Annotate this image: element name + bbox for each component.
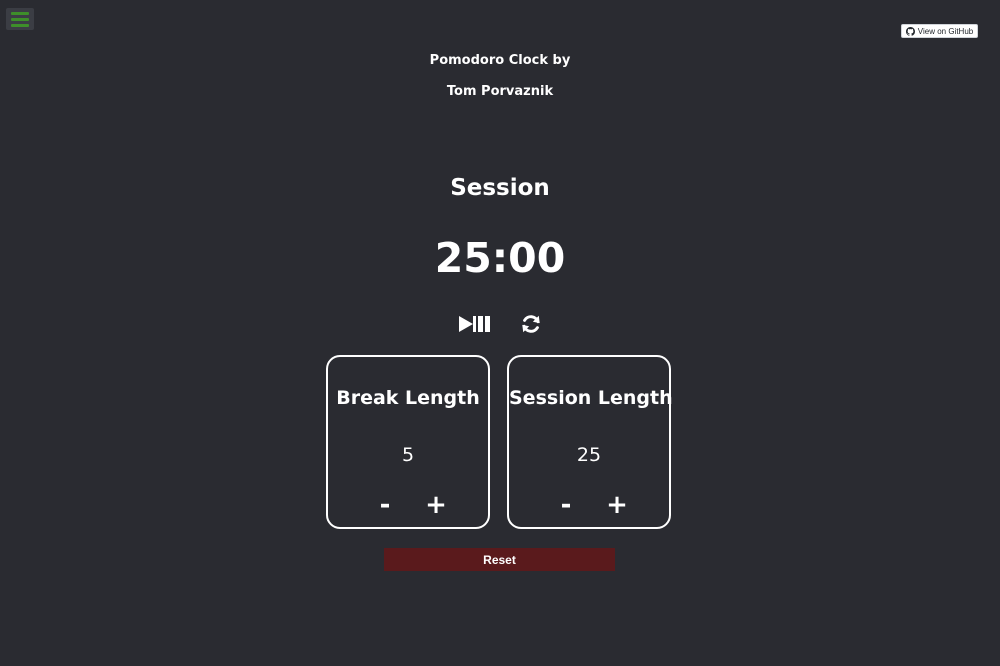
session-decrement-button[interactable]: - — [553, 491, 579, 519]
session-length-value: 25 — [576, 444, 602, 466]
break-length-value: 5 — [401, 444, 415, 466]
reset-button[interactable]: Reset — [384, 548, 615, 571]
timer-label: Session — [450, 175, 550, 201]
github-button-label: View on GitHub — [917, 26, 974, 36]
github-icon — [905, 26, 915, 36]
credit-author: Tom Porvaznik — [446, 84, 554, 99]
hamburger-bar — [11, 17, 29, 21]
timer-display: 25:00 — [434, 234, 566, 282]
refresh-icon — [522, 315, 540, 333]
credit-line-1: Pomodoro Clock by — [429, 53, 571, 68]
refresh-button[interactable] — [519, 312, 543, 336]
play-pause-button[interactable] — [457, 312, 491, 336]
session-length-title: Session Length — [509, 387, 673, 409]
hamburger-menu-icon — [11, 11, 29, 15]
view-on-github-button[interactable]: View on GitHub — [901, 24, 978, 38]
hamburger-menu-button[interactable] — [6, 8, 34, 30]
session-length-card: Session Length 25 - + — [507, 355, 673, 529]
hamburger-bar — [11, 23, 29, 27]
break-length-card: Break Length 5 - + — [326, 355, 490, 529]
play-pause-icon — [459, 316, 490, 332]
break-decrement-button[interactable]: - — [372, 491, 398, 519]
break-length-title: Break Length — [336, 387, 480, 409]
session-increment-button[interactable]: + — [604, 491, 630, 519]
break-increment-button[interactable]: + — [423, 491, 449, 519]
